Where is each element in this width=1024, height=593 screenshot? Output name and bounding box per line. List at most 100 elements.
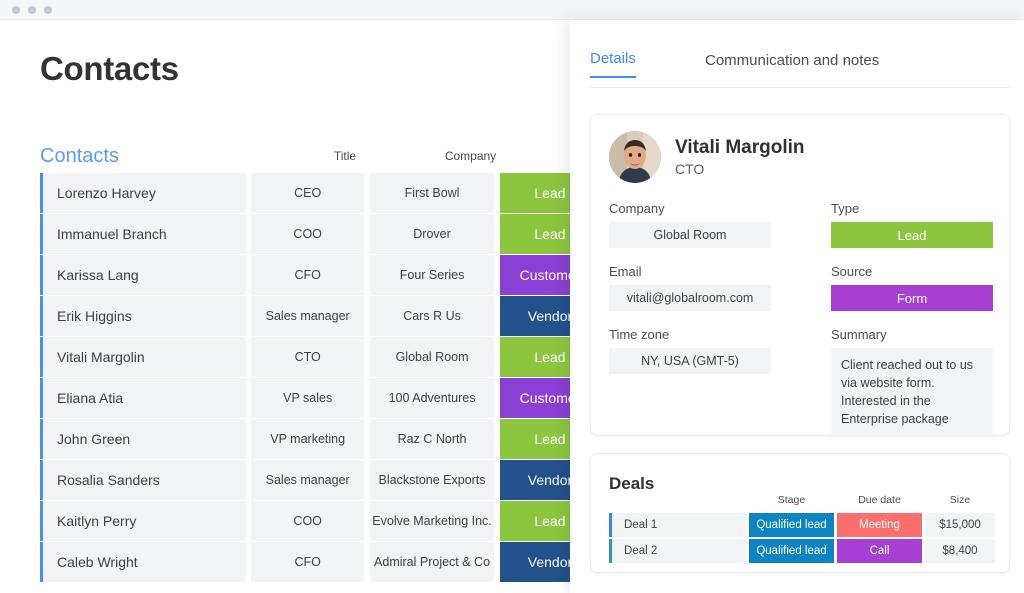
row-accent-bar: [40, 542, 43, 582]
field-value-company[interactable]: Global Room: [609, 222, 771, 248]
field-timezone: Time zone NY, USA (GMT-5): [609, 327, 771, 374]
cell-name: Vitali Margolin: [43, 337, 247, 377]
table-row[interactable]: Lorenzo Harvey CEO First Bowl Lead: [40, 173, 600, 213]
cell-name: Rosalia Sanders: [43, 460, 247, 500]
field-value-source-badge[interactable]: Form: [831, 285, 993, 311]
field-company: Company Global Room: [609, 201, 771, 248]
table-row[interactable]: Rosalia Sanders Sales manager Blackstone E…: [40, 460, 600, 500]
cell-name: Eliana Atia: [43, 378, 247, 418]
contact-role: CTO: [675, 160, 705, 177]
cell-company: Blackstone Exports: [370, 460, 494, 500]
row-accent-bar: [40, 214, 43, 254]
cell-company: Evolve Marketing Inc.: [370, 501, 494, 541]
window-titlebar: [0, 0, 1024, 20]
cell-title: CTO: [251, 337, 365, 377]
table-row[interactable]: Caleb Wright CFO Admiral Project & Co Vendo…: [40, 542, 600, 582]
table-row[interactable]: Vitali Margolin CTO Global Room Lead: [40, 337, 600, 377]
avatar: [609, 131, 661, 183]
table-row[interactable]: Immanuel Branch COO Drover Lead: [40, 214, 600, 254]
deal-accent-bar: [609, 513, 612, 537]
cell-name: Erik Higgins: [43, 296, 247, 336]
row-accent-bar: [40, 173, 43, 213]
field-value-email[interactable]: vitali@globalroom.com: [609, 285, 771, 311]
cell-company: Four Series: [370, 255, 494, 295]
deal-row[interactable]: Deal 1 Qualified lead Meeting $15,000: [609, 513, 997, 537]
contacts-pane: Contacts Contacts Title Company Type Lor…: [0, 20, 603, 593]
window-controls: [12, 6, 52, 14]
cell-title: COO: [251, 501, 365, 541]
table-row[interactable]: Eliana Atia VP sales 100 Adventures Custome…: [40, 378, 600, 418]
deal-cell-due-badge: Meeting: [837, 513, 922, 537]
row-accent-bar: [40, 501, 43, 541]
row-accent-bar: [40, 296, 43, 336]
deal-cell-stage-badge: Qualified lead: [749, 539, 834, 563]
table-row[interactable]: Erik Higgins Sales manager Cars R Us Vendor: [40, 296, 600, 336]
page-title: Contacts: [40, 50, 179, 87]
app-window: Contacts Contacts Title Company Type Lor…: [0, 0, 1024, 593]
cell-company: First Bowl: [370, 173, 494, 213]
deals-title: Deals: [609, 474, 655, 493]
row-accent-bar: [40, 255, 43, 295]
field-label-source: Source: [831, 264, 873, 279]
cell-title: COO: [251, 214, 365, 254]
cell-company: Raz C North: [370, 419, 494, 459]
details-tabs: Details Communication and notes: [590, 50, 1010, 88]
cell-company: 100 Adventures: [370, 378, 494, 418]
column-header-title: Title: [333, 149, 357, 163]
deal-cell-stage-badge: Qualified lead: [749, 513, 834, 537]
field-value-summary[interactable]: Client reached out to us via website for…: [831, 348, 993, 437]
close-dot-icon[interactable]: [12, 6, 20, 14]
deals-column-header-stage: Stage: [777, 494, 806, 506]
field-value-type-badge[interactable]: Lead: [831, 222, 993, 248]
field-source: Source Form: [831, 264, 993, 311]
cell-title: VP sales: [251, 378, 365, 418]
table-row[interactable]: Kaitlyn Perry COO Evolve Marketing Inc. Lea…: [40, 501, 600, 541]
field-label-summary: Summary: [831, 327, 887, 342]
cell-name: Kaitlyn Perry: [43, 501, 247, 541]
deals-card: Deals Stage Due date Size Deal 1 Qualifie…: [590, 453, 1010, 573]
deals-column-header-size: Size: [949, 494, 971, 506]
contact-detail-card: Vitali Margolin CTO Company Global Room …: [590, 114, 1010, 437]
cell-title: CEO: [251, 173, 365, 213]
minimize-dot-icon[interactable]: [28, 6, 36, 14]
tab-communication-and-notes[interactable]: Communication and notes: [705, 52, 879, 78]
deals-column-header-due-date: Due date: [858, 494, 901, 506]
deal-cell-name: Deal 2: [612, 539, 746, 563]
cell-name: Caleb Wright: [43, 542, 247, 582]
cell-title: CFO: [251, 255, 365, 295]
contacts-row-list: Lorenzo Harvey CEO First Bowl Lead Immanuel …: [40, 173, 600, 583]
contact-header: Vitali Margolin CTO: [609, 131, 805, 183]
maximize-dot-icon[interactable]: [44, 6, 52, 14]
field-value-timezone[interactable]: NY, USA (GMT-5): [609, 348, 771, 374]
cell-name: Karissa Lang: [43, 255, 247, 295]
field-label-email: Email: [609, 264, 642, 279]
column-header-company: Company: [444, 149, 497, 163]
field-label-timezone: Time zone: [609, 327, 670, 342]
table-row[interactable]: John Green VP marketing Raz C North Lead: [40, 419, 600, 459]
cell-title: VP marketing: [251, 419, 365, 459]
cell-name: John Green: [43, 419, 247, 459]
cell-company: Global Room: [370, 337, 494, 377]
field-type: Type Lead: [831, 201, 993, 248]
cell-name: Lorenzo Harvey: [43, 173, 247, 213]
cell-company: Cars R Us: [370, 296, 494, 336]
deal-cell-due-badge: Call: [837, 539, 922, 563]
contact-identity: Vitali Margolin CTO: [675, 137, 805, 177]
field-label-company: Company: [609, 201, 665, 216]
deal-cell-size: $8,400: [925, 539, 995, 563]
deal-row[interactable]: Deal 2 Qualified lead Call $8,400: [609, 539, 997, 563]
contacts-table-header: Contacts Title Company Type: [40, 145, 603, 171]
deals-row-list: Deal 1 Qualified lead Meeting $15,000 Deal 2…: [609, 513, 997, 565]
cell-title: Sales manager: [251, 460, 365, 500]
deal-accent-bar: [609, 539, 612, 563]
deal-cell-name: Deal 1: [612, 513, 746, 537]
row-accent-bar: [40, 419, 43, 459]
cell-company: Admiral Project & Co: [370, 542, 494, 582]
row-accent-bar: [40, 378, 43, 418]
cell-name: Immanuel Branch: [43, 214, 247, 254]
field-email: Email vitali@globalroom.com: [609, 264, 771, 311]
table-row[interactable]: Karissa Lang CFO Four Series Customer: [40, 255, 600, 295]
cell-title: CFO: [251, 542, 365, 582]
contacts-section-link[interactable]: Contacts: [40, 145, 119, 168]
tab-details[interactable]: Details: [590, 50, 636, 78]
